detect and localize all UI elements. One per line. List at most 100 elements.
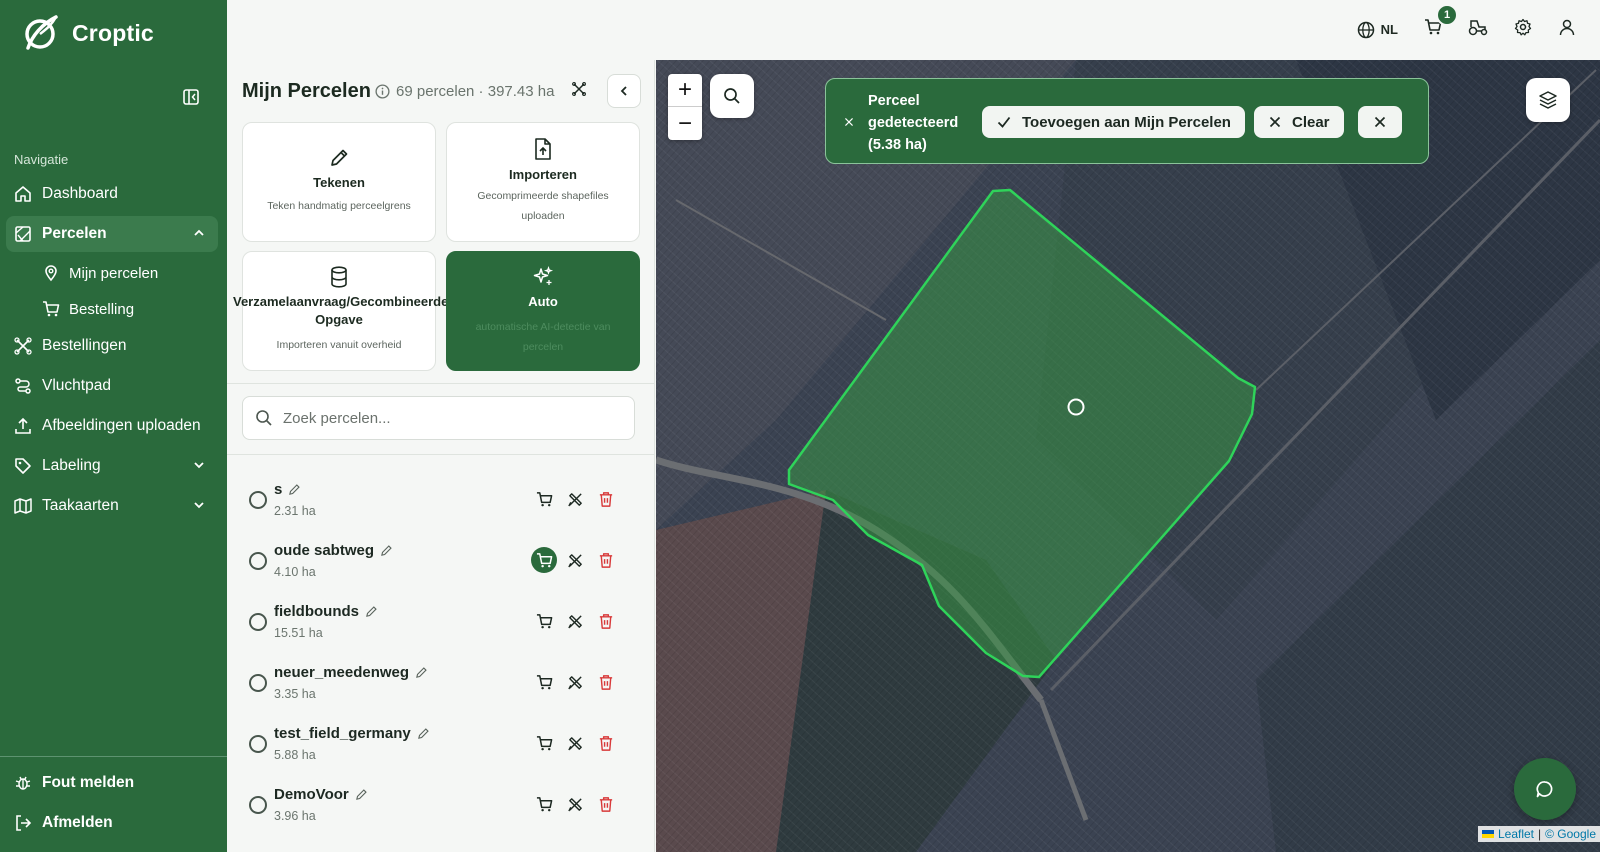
satellite-imagery[interactable] <box>656 60 1600 852</box>
tractor-icon <box>1468 20 1488 36</box>
logout-label: Afmelden <box>42 814 113 831</box>
dismiss-banner-button[interactable] <box>1358 106 1402 138</box>
nav-heading: Navigatie <box>14 152 69 167</box>
edit-pencil-icon[interactable] <box>288 483 301 496</box>
edit-pencil-icon[interactable] <box>355 788 368 801</box>
sidebar-item-bestellingen[interactable]: Bestellingen <box>6 328 218 364</box>
map-layers-button[interactable] <box>1526 78 1570 122</box>
field-select-radio[interactable] <box>249 735 267 753</box>
edit-boundary-button[interactable] <box>562 730 588 756</box>
delete-field-button[interactable] <box>593 486 619 512</box>
zoom-in-button[interactable]: + <box>668 74 702 107</box>
field-row[interactable]: neuer_meedenweg 3.35 ha <box>227 655 654 715</box>
sidebar-subitem-bestelling[interactable]: Bestelling <box>6 292 218 326</box>
sidebar-item-label: Taakaarten <box>42 497 119 514</box>
cart-button[interactable]: 1 <box>1424 4 1458 41</box>
tractor-button[interactable] <box>1468 18 1488 41</box>
sidebar-nav: Dashboard Percelen Mijn percelen Bestell… <box>6 176 218 528</box>
sidebar-item-dashboard[interactable]: Dashboard <box>6 176 218 212</box>
card-title: Auto <box>528 294 558 309</box>
field-actions <box>531 669 619 695</box>
delete-field-button[interactable] <box>593 730 619 756</box>
field-name-text: neuer_meedenweg <box>274 664 410 681</box>
edit-boundary-button[interactable] <box>562 486 588 512</box>
edit-boundary-button[interactable] <box>562 791 588 817</box>
clear-button[interactable]: Clear <box>1254 106 1344 138</box>
field-search[interactable] <box>242 396 635 440</box>
leaf-logo-icon <box>25 15 58 50</box>
sidebar-subitem-mijn-percelen[interactable]: Mijn percelen <box>6 256 218 290</box>
field-row[interactable]: oude sabtweg 4.10 ha <box>227 533 654 593</box>
delete-field-button[interactable] <box>593 669 619 695</box>
field-row[interactable]: s 2.31 ha <box>227 472 654 532</box>
map-search-button[interactable] <box>710 74 754 118</box>
sidebar-item-afbeeldingen-uploaden[interactable]: Afbeeldingen uploaden <box>6 408 218 444</box>
add-to-cart-button[interactable] <box>531 547 557 573</box>
edit-pencil-icon[interactable] <box>415 666 428 679</box>
sidebar-item-percelen[interactable]: Percelen <box>6 216 218 252</box>
field-row[interactable]: fieldbounds 15.51 ha <box>227 594 654 654</box>
drone-icon <box>845 118 853 126</box>
field-row[interactable]: test_field_germany 5.88 ha <box>227 716 654 776</box>
delete-field-button[interactable] <box>593 608 619 634</box>
field-select-radio[interactable] <box>249 552 267 570</box>
delete-field-button[interactable] <box>593 791 619 817</box>
field-actions <box>531 547 619 573</box>
field-area: 15.51 ha <box>274 626 323 640</box>
field-row[interactable]: DemoVoor 3.96 ha <box>227 777 654 837</box>
zoom-out-button[interactable]: − <box>668 107 702 140</box>
field-name: test_field_germany <box>274 725 430 742</box>
add-to-cart-button[interactable] <box>531 791 557 817</box>
collapse-panel-button[interactable] <box>607 74 641 108</box>
sidebar-item-labeling[interactable]: Labeling <box>6 448 218 484</box>
report-bug-button[interactable]: Fout melden <box>6 765 218 801</box>
edit-boundary-button[interactable] <box>562 608 588 634</box>
edit-pencil-icon[interactable] <box>380 544 393 557</box>
edit-boundary-button[interactable] <box>562 669 588 695</box>
government-import-card[interactable]: Verzamelaanvraag/Gecombineerde Opgave Im… <box>233 251 448 371</box>
user-profile-button[interactable] <box>1558 18 1576 41</box>
app-logo[interactable]: Croptic <box>22 14 154 52</box>
sidebar-item-vluchtpad[interactable]: Vluchtpad <box>6 368 218 404</box>
clear-label: Clear <box>1292 113 1330 131</box>
field-select-radio[interactable] <box>249 674 267 692</box>
edit-pencil-icon[interactable] <box>417 727 430 740</box>
draw-field-card[interactable]: Tekenen Teken handmatig perceelgrens <box>242 122 436 242</box>
map-view[interactable]: + − Perceel gedetecteerd (5.38 ha) Toevo… <box>656 60 1600 852</box>
map-pin-icon <box>45 265 57 282</box>
fly-to-fields-button[interactable] <box>572 82 586 101</box>
chat-button[interactable] <box>1514 758 1576 820</box>
edit-pencil-icon[interactable] <box>365 605 378 618</box>
edit-boundary-button[interactable] <box>562 547 588 573</box>
add-to-cart-button[interactable] <box>531 669 557 695</box>
sidebar-item-taakaarten[interactable]: Taakaarten <box>6 488 218 524</box>
field-select-radio[interactable] <box>249 796 267 814</box>
add-to-cart-button[interactable] <box>531 486 557 512</box>
logout-button[interactable]: Afmelden <box>6 805 218 841</box>
field-select-radio[interactable] <box>249 491 267 509</box>
gear-icon <box>1514 18 1532 36</box>
add-to-fields-button[interactable]: Toevoegen aan Mijn Percelen <box>982 106 1245 138</box>
check-icon <box>997 116 1011 128</box>
language-selector[interactable]: NL <box>1357 21 1398 39</box>
import-shapefile-card[interactable]: Importeren Gecomprimeerde shapefiles upl… <box>446 122 640 242</box>
search-input[interactable] <box>283 409 613 427</box>
cart-icon <box>536 491 552 506</box>
sidebar-subitem-label: Bestelling <box>69 300 135 318</box>
add-to-cart-button[interactable] <box>531 608 557 634</box>
field-area: 4.10 ha <box>274 565 316 579</box>
sidebar-collapse-button[interactable] <box>182 88 200 106</box>
info-icon <box>375 84 390 99</box>
auto-detect-card[interactable]: Auto automatische AI-detectie van percel… <box>446 251 640 371</box>
google-attribution-link[interactable]: © Google <box>1545 827 1596 841</box>
delete-field-button[interactable] <box>593 547 619 573</box>
add-to-cart-button[interactable] <box>531 730 557 756</box>
ruler-pencil-icon <box>567 675 582 689</box>
field-name-text: DemoVoor <box>274 786 349 803</box>
map-icon <box>14 498 32 514</box>
cart-icon <box>43 301 60 317</box>
leaflet-link[interactable]: Leaflet <box>1498 827 1534 841</box>
settings-button[interactable] <box>1514 18 1532 41</box>
layers-icon <box>1539 91 1557 109</box>
field-select-radio[interactable] <box>249 613 267 631</box>
